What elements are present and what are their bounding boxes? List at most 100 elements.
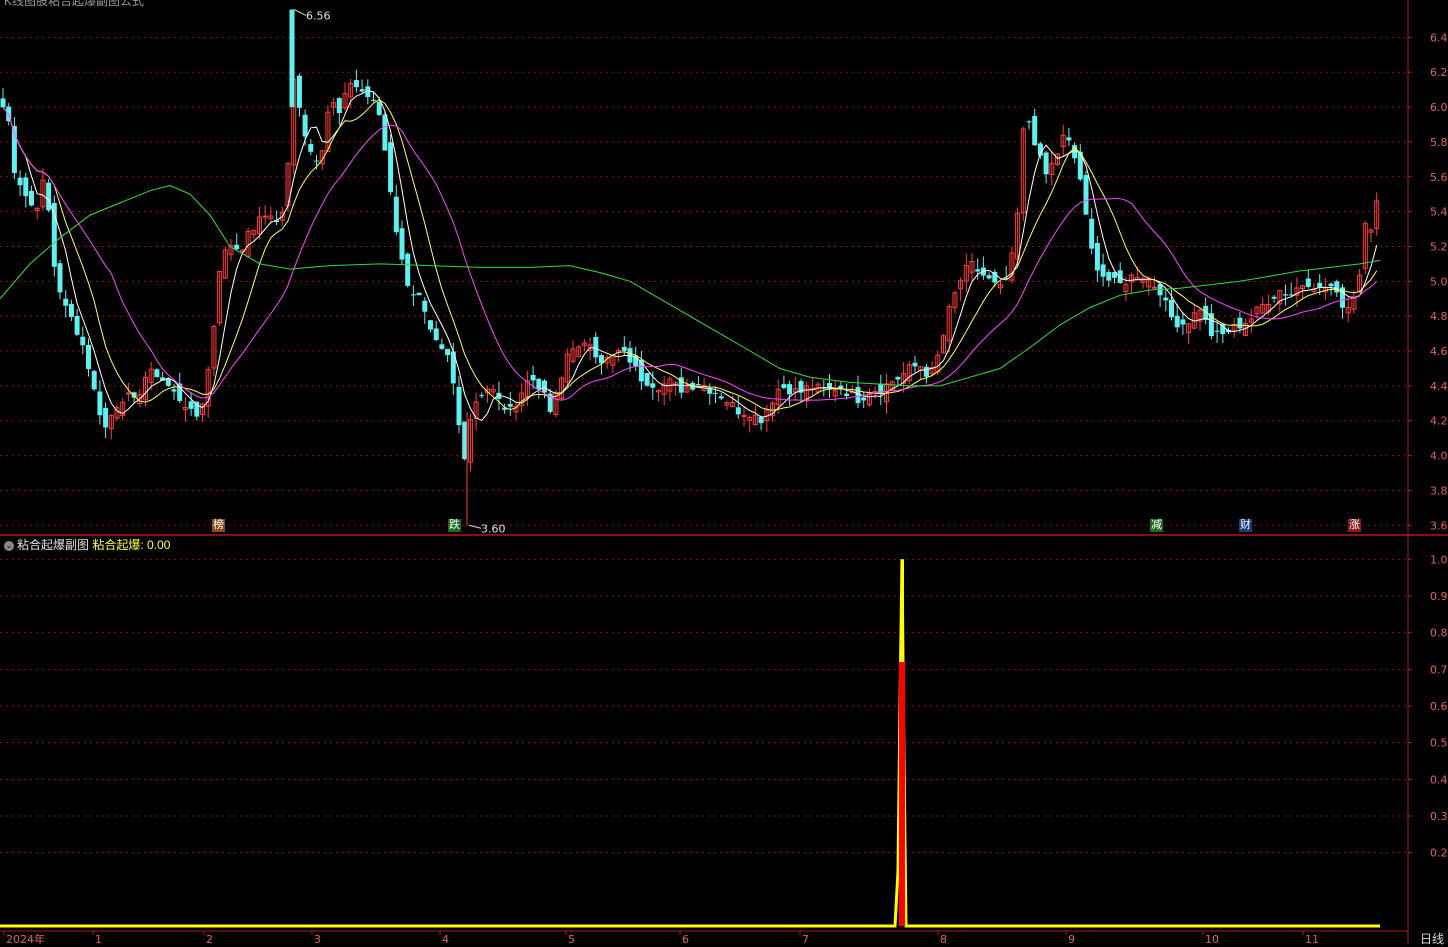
candle-body: [530, 374, 536, 381]
x-tick-label: 2024年: [6, 932, 45, 944]
candle-body: [433, 328, 439, 340]
candle-body: [154, 369, 160, 378]
candle-body: [975, 269, 981, 272]
x-tick-label: 3: [314, 933, 321, 944]
candle-body: [1334, 281, 1340, 293]
candle-body: [787, 384, 793, 395]
candle-body: [621, 346, 627, 351]
candle-body: [23, 177, 29, 197]
signal-bar: [899, 662, 905, 926]
candle-body: [17, 177, 23, 186]
y-tick-label: 0.30: [1430, 810, 1448, 823]
candle-body: [399, 228, 405, 260]
candle-body: [456, 386, 462, 426]
candle-body: [1100, 264, 1106, 277]
indicator-label: 粘合起爆:: [92, 538, 144, 552]
y-tick-label: 5.60: [1430, 171, 1448, 184]
candle-body: [376, 101, 382, 115]
candle-body: [1032, 115, 1038, 146]
y-tick-label: 5.00: [1430, 275, 1448, 288]
x-tick-label: 9: [1068, 933, 1075, 944]
candle-body: [262, 215, 268, 218]
candle-body: [371, 99, 376, 101]
annotation-tag-2[interactable]: 减: [1150, 519, 1163, 532]
candle-body: [188, 401, 194, 409]
y-tick-label: 4.80: [1430, 310, 1448, 323]
signal-bar-top: [901, 559, 904, 662]
sub-panel-header: ⌄ 粘合起爆副图 粘合起爆: 0.00: [4, 536, 171, 552]
y-tick-label: 0.70: [1430, 663, 1448, 676]
candle-body: [1305, 278, 1311, 287]
candle-body: [844, 393, 850, 397]
candle-body: [29, 190, 34, 206]
y-tick-label: 0.20: [1430, 847, 1448, 860]
candle-body: [644, 373, 650, 386]
candle-body: [1089, 218, 1095, 249]
y-tick-label: 4.20: [1430, 415, 1448, 428]
candle-body: [758, 416, 764, 424]
candle-body: [1094, 243, 1100, 271]
x-tick-label: 5: [568, 933, 575, 944]
candle-body: [1271, 296, 1277, 299]
candle-body: [74, 315, 80, 335]
period-label[interactable]: 日线: [1420, 930, 1444, 947]
candle-body: [86, 344, 91, 370]
candle-body: [1317, 282, 1323, 288]
indicator-value: 0.00: [147, 538, 171, 552]
candle-body: [707, 388, 713, 394]
candle-body: [68, 303, 74, 317]
x-tick-label: 10: [1205, 933, 1219, 944]
x-tick-label: 1: [95, 933, 102, 944]
candle-body: [91, 371, 97, 390]
candle-body: [542, 380, 547, 393]
candle-body: [63, 298, 69, 306]
candle-body: [382, 114, 388, 151]
candle-body: [1283, 294, 1288, 296]
candle-body: [1163, 297, 1169, 301]
candle-body: [296, 75, 302, 108]
candle-body: [439, 344, 445, 349]
collapse-icon[interactable]: ⌄: [4, 540, 14, 551]
candle-body: [1083, 175, 1089, 215]
y-tick-label: 5.80: [1430, 136, 1448, 149]
candle-body: [912, 362, 918, 367]
x-tick-label: 2: [206, 933, 213, 944]
y-tick-label: 6.00: [1430, 101, 1448, 114]
candle-body: [125, 392, 131, 395]
chart-title: K线图股粘合起爆副图公式: [4, 0, 145, 8]
y-tick-label: 6.40: [1430, 31, 1448, 44]
candle-body: [735, 407, 741, 415]
candle-body: [422, 300, 428, 312]
candle-body: [1169, 299, 1174, 318]
stock-chart[interactable]: 6.56 3.60 6.40 6.20 6.00 5.80 5.60 5.40 5.20 5.0…: [0, 0, 1448, 944]
candle-body: [165, 378, 171, 386]
y-tick-label: 1.00: [1430, 553, 1448, 566]
candle-body: [1106, 272, 1112, 281]
candle-body: [1117, 270, 1123, 284]
annotation-tag-0[interactable]: 榜: [212, 519, 225, 532]
candle-body: [171, 389, 177, 392]
candle-body: [536, 378, 542, 390]
y-tick-label: 0.60: [1430, 700, 1448, 713]
candle-body: [507, 404, 513, 407]
candle-body: [302, 114, 308, 137]
y-tick-label: 0.40: [1430, 773, 1448, 786]
y-tick-label: 5.40: [1430, 206, 1448, 219]
candle-body: [593, 337, 599, 358]
x-tick-label: 7: [802, 933, 809, 944]
annotation-tag-1[interactable]: 跌: [448, 519, 461, 532]
candle-body: [1043, 152, 1049, 175]
candle-body: [718, 396, 724, 399]
candle-body: [103, 407, 109, 428]
candle-body: [1180, 319, 1186, 325]
annotation-tag-3[interactable]: 财: [1239, 519, 1252, 532]
candle-body: [234, 244, 240, 250]
x-tick-label: 6: [682, 933, 689, 944]
candle-body: [650, 383, 656, 388]
candle-body: [781, 384, 787, 389]
candle-body: [336, 98, 342, 114]
annotation-tag-4[interactable]: 涨: [1348, 519, 1361, 532]
candle-body: [445, 349, 451, 356]
min-price-label: 3.60: [481, 522, 506, 535]
candle-body: [353, 80, 359, 88]
